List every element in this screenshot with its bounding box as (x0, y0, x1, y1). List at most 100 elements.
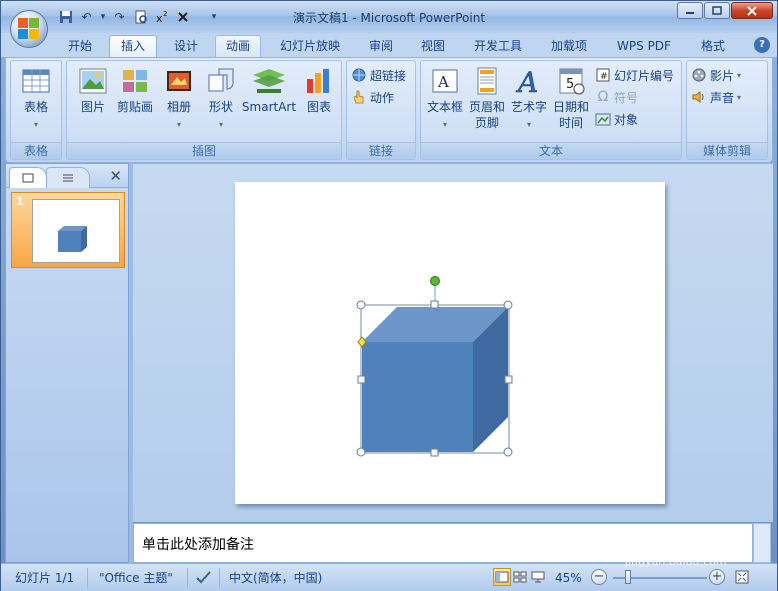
tab-developer[interactable]: 开发工具 (463, 35, 533, 57)
zoom-level[interactable]: 45% (555, 569, 582, 587)
date-time-label-2: 时间 (558, 116, 583, 130)
zoom-out-button[interactable]: − (591, 569, 607, 585)
symbol-button[interactable]: Ω 符号 (595, 87, 638, 107)
office-button[interactable] (10, 10, 48, 48)
table-button[interactable]: 表格 ▾ (14, 65, 58, 139)
movie-label: 影片 (710, 68, 735, 83)
resize-handle-e[interactable] (504, 375, 513, 384)
notes-pane[interactable]: 单击此处添加备注 (133, 523, 753, 563)
group-text: A 文本框 ▾ 页眉和 页脚 A 艺术字 ▾ 5 日期和 时间 # 幻灯片编号 … (420, 60, 682, 160)
status-bar: 幻灯片 1/1 "Office 主题" 中文(简体，中国) 45% − + (1, 563, 777, 591)
zoom-in-button[interactable]: + (709, 569, 725, 585)
header-footer-button[interactable]: 页眉和 页脚 (465, 65, 509, 139)
smartart-button[interactable]: SmartArt (241, 65, 297, 139)
resize-handle-ne[interactable] (503, 300, 513, 310)
clipart-button[interactable]: 剪贴画 (113, 65, 157, 139)
calendar-icon: 5 (555, 65, 587, 97)
photo-album-icon (163, 65, 195, 97)
resize-handle-s[interactable] (430, 448, 439, 457)
fit-window-button[interactable] (733, 568, 751, 586)
group-label-text: 文本 (421, 142, 681, 159)
tab-home[interactable]: 开始 (57, 35, 103, 57)
spellcheck-icon[interactable] (195, 569, 213, 587)
restore-button[interactable] (704, 2, 730, 19)
theme-name[interactable]: "Office 主题" (99, 569, 173, 587)
wordart-button[interactable]: A 艺术字 ▾ (507, 65, 551, 139)
resize-handle-nw[interactable] (356, 300, 366, 310)
cube-shape[interactable] (351, 271, 521, 461)
tab-format[interactable]: 格式 (689, 35, 737, 57)
action-button[interactable]: 动作 (351, 87, 394, 107)
pane-tabs: ✕ (6, 164, 128, 188)
date-time-button[interactable]: 5 日期和 时间 (549, 65, 593, 139)
slide-thumbnail-icon (22, 173, 34, 183)
resize-handle-se[interactable] (503, 447, 513, 457)
language-indicator[interactable]: 中文(简体，中国) (229, 569, 322, 587)
chevron-down-icon: ▾ (737, 70, 742, 80)
chevron-down-icon: ▾ (442, 120, 447, 129)
tab-insert[interactable]: 插入 (109, 35, 157, 58)
normal-view-button[interactable] (493, 568, 511, 586)
clipart-button-label: 剪贴画 (116, 100, 153, 114)
window-controls (677, 2, 773, 19)
outline-icon (63, 174, 73, 182)
textbox-icon: A (429, 65, 461, 97)
slides-pane: ✕ 1 (5, 163, 129, 563)
group-label-table: 表格 (11, 142, 61, 159)
cube-front-face (362, 342, 473, 452)
zoom-slider-thumb[interactable] (625, 570, 631, 584)
slideshow-view-button[interactable] (529, 568, 547, 586)
speaker-icon (691, 89, 707, 105)
tab-wps-pdf[interactable]: WPS PDF (607, 35, 681, 57)
film-reel-icon (691, 67, 707, 83)
picture-icon (77, 65, 109, 97)
date-time-label-1: 日期和 (552, 100, 589, 114)
slide-thumbnail[interactable] (32, 199, 120, 263)
object-icon (595, 111, 611, 127)
tab-design[interactable]: 设计 (163, 35, 209, 57)
chevron-down-icon: ▾ (33, 120, 38, 129)
status-separator (219, 568, 220, 588)
slide-number-label: 幻灯片编号 (614, 68, 675, 83)
svg-text:A: A (437, 73, 449, 91)
tab-animations[interactable]: 动画 (215, 35, 261, 57)
resize-handle-n[interactable] (430, 300, 439, 309)
help-icon[interactable]: ? (754, 37, 770, 53)
textbox-button[interactable]: A 文本框 ▾ (423, 65, 467, 139)
slide-number-button[interactable]: # 幻灯片编号 (595, 65, 674, 85)
close-pane-icon[interactable]: ✕ (109, 167, 122, 185)
movie-button[interactable]: 影片 ▾ (691, 65, 741, 85)
chart-button[interactable]: 图表 (297, 65, 341, 139)
tab-addins[interactable]: 加载项 (539, 35, 599, 57)
resize-handle-sw[interactable] (356, 447, 366, 457)
slide-sorter-button[interactable] (511, 568, 529, 586)
tab-review[interactable]: 审阅 (359, 35, 403, 57)
minimize-button[interactable] (677, 2, 703, 19)
shapes-button-label: 形状 (208, 100, 233, 114)
shapes-button[interactable]: 形状 ▾ (199, 65, 243, 139)
wordart-label: 艺术字 (510, 100, 547, 114)
resize-handle-w[interactable] (357, 375, 366, 384)
slides-tab[interactable] (9, 167, 47, 188)
symbol-label: 符号 (614, 90, 639, 105)
notes-scrollbar[interactable] (753, 523, 771, 563)
notes-placeholder: 单击此处添加备注 (142, 537, 254, 553)
title-bar: ↶ ▾ ↷ x2 ▾ 演示文稿1 - Microsoft PowerPoint (1, 1, 777, 33)
clipart-icon (119, 65, 151, 97)
header-footer-icon (471, 65, 503, 97)
slide-sorter-icon (513, 571, 527, 583)
hyperlink-button[interactable]: 超链接 (351, 65, 406, 85)
rotation-handle[interactable] (430, 276, 440, 286)
close-button[interactable] (731, 2, 773, 19)
sound-button[interactable]: 声音 ▾ (691, 87, 741, 107)
picture-button[interactable]: 图片 (71, 65, 115, 139)
tab-slideshow[interactable]: 幻灯片放映 (269, 35, 351, 57)
photo-album-button[interactable]: 相册 ▾ (157, 65, 201, 139)
object-button[interactable]: 对象 (595, 109, 638, 129)
shapes-icon (205, 65, 237, 97)
object-label: 对象 (614, 112, 639, 127)
chart-button-label: 图表 (306, 100, 331, 114)
slide-thumbnail-row[interactable]: 1 (11, 192, 125, 268)
tab-view[interactable]: 视图 (411, 35, 455, 57)
outline-tab[interactable] (46, 167, 90, 188)
